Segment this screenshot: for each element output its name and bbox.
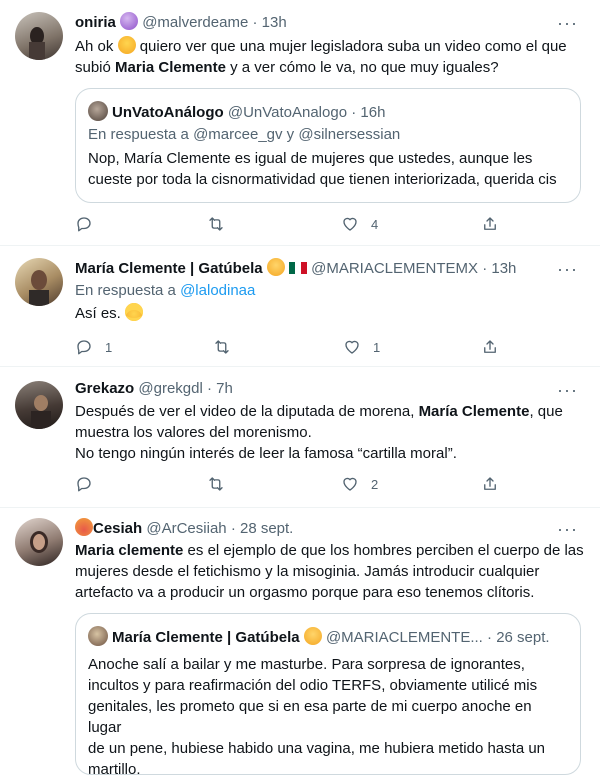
share-button[interactable] <box>481 475 499 495</box>
more-options-icon[interactable]: ··· <box>557 381 578 399</box>
reply-to-link[interactable]: @lalodinaa <box>180 282 255 299</box>
quote-text: Nop, María Clemente es igual de mujeres … <box>88 150 557 188</box>
reply-icon <box>77 217 91 232</box>
avatar[interactable] <box>15 381 63 429</box>
quote-header: UnVatoAnálogo @UnVatoAnalogo · 16h <box>88 101 385 123</box>
crystal-ball-icon <box>120 12 139 30</box>
quote-display-name[interactable]: UnVatoAnálogo <box>112 104 224 121</box>
tweet-header: oniria @malverdeame · 13h <box>75 12 287 33</box>
display-name[interactable]: Cesiah <box>93 520 142 537</box>
tweet[interactable]: Cesiah @ArCesiiah · 28 sept. ··· Maria c… <box>0 508 600 775</box>
share-button[interactable] <box>481 338 499 358</box>
quote-handle[interactable]: @MARIACLEMENTE... <box>326 629 483 646</box>
avatar-photo <box>29 270 49 306</box>
avatar-photo <box>30 531 48 553</box>
quote-avatar[interactable] <box>88 626 108 646</box>
heart-icon <box>343 217 357 231</box>
tweet-actions: 1 1 <box>75 338 515 358</box>
timestamp[interactable]: · 7h <box>207 380 233 397</box>
mexico-flag-icon <box>288 262 307 274</box>
more-options-icon[interactable]: ··· <box>557 14 578 32</box>
avatar-photo <box>31 395 51 429</box>
avatar[interactable] <box>15 12 63 60</box>
like-count: 2 <box>371 477 379 492</box>
tweet[interactable]: oniria @malverdeame · 13h ··· Ah ok quie… <box>0 0 600 245</box>
user-handle[interactable]: @malverdeame <box>142 14 248 31</box>
quote-header: María Clemente | Gatúbela @MARIACLEMENTE… <box>88 626 550 648</box>
more-options-icon[interactable]: ··· <box>557 260 578 278</box>
reply-count: 1 <box>105 340 113 355</box>
quote-text: Anoche salí a bailar y me masturbe. Para… <box>88 656 546 775</box>
reply-context: En respuesta a @lalodinaa <box>75 282 256 299</box>
retweet-icon <box>209 477 223 491</box>
tweet-text: Maria clemente es el ejemplo de que los … <box>75 542 584 601</box>
reply-to-link[interactable]: @marcee_gv y @silnersessian <box>193 126 400 143</box>
share-icon <box>484 477 496 490</box>
tweet[interactable]: Grekazo @grekgdl · 7h ··· Después de ver… <box>0 367 600 507</box>
tweet-actions: 2 <box>75 475 515 495</box>
reply-button[interactable] <box>75 475 93 495</box>
like-button[interactable]: 4 <box>341 215 378 235</box>
display-name[interactable]: María Clemente | Gatúbela <box>75 260 263 277</box>
tweet-actions: 4 <box>75 215 515 235</box>
sunglasses-emoji <box>125 303 144 321</box>
quoted-tweet[interactable]: UnVatoAnálogo @UnVatoAnalogo · 16h En re… <box>75 88 581 203</box>
heart-icon <box>345 340 359 354</box>
avatar[interactable] <box>15 258 63 306</box>
share-icon <box>484 340 496 353</box>
kissing-cat-icon <box>266 258 285 276</box>
user-handle[interactable]: @MARIACLEMENTEMX <box>311 260 478 277</box>
reply-button[interactable] <box>75 215 93 235</box>
retweet-button[interactable] <box>207 475 225 495</box>
user-handle[interactable]: @ArCesiiah <box>146 520 226 537</box>
display-name[interactable]: oniria <box>75 14 116 31</box>
more-options-icon[interactable]: ··· <box>557 520 578 538</box>
tweet-header: Cesiah @ArCesiiah · 28 sept. <box>75 518 293 539</box>
tweet-text: Ah ok quiero ver que una mujer legislado… <box>75 36 567 76</box>
reply-button[interactable]: 1 <box>75 338 112 358</box>
retweet-button[interactable] <box>213 338 231 358</box>
timestamp[interactable]: · 13h <box>482 260 516 277</box>
fire-heart-icon <box>75 518 93 536</box>
quote-timestamp[interactable]: · 26 sept. <box>487 629 550 646</box>
user-handle[interactable]: @grekgdl <box>138 380 202 397</box>
quote-handle[interactable]: @UnVatoAnalogo <box>228 104 347 121</box>
tweet-header: María Clemente | Gatúbela @MARIACLEMENTE… <box>75 258 516 279</box>
tweet-text: Después de ver el video de la diputada d… <box>75 403 563 462</box>
retweet-button[interactable] <box>207 215 225 235</box>
timestamp[interactable]: · 28 sept. <box>231 520 294 537</box>
kissing-cat-icon <box>303 627 322 645</box>
share-button[interactable] <box>481 215 499 235</box>
display-name[interactable]: Grekazo <box>75 380 134 397</box>
timestamp[interactable]: · 13h <box>252 14 286 31</box>
avatar-photo <box>29 27 45 60</box>
tweet[interactable]: María Clemente | Gatúbela @MARIACLEMENTE… <box>0 246 600 366</box>
reply-icon <box>77 477 91 492</box>
like-button[interactable]: 1 <box>343 338 380 358</box>
quote-timestamp[interactable]: · 16h <box>351 104 385 121</box>
quoted-tweet[interactable]: María Clemente | Gatúbela @MARIACLEMENTE… <box>75 613 581 775</box>
retweet-icon <box>209 217 223 231</box>
like-count: 1 <box>373 340 381 355</box>
share-icon <box>484 217 496 230</box>
tweet-header: Grekazo @grekgdl · 7h <box>75 379 233 399</box>
quote-reply-context: En respuesta a @marcee_gv y @silnersessi… <box>88 126 401 143</box>
quote-avatar[interactable] <box>88 101 108 121</box>
quote-display-name[interactable]: María Clemente | Gatúbela <box>112 629 300 646</box>
retweet-icon <box>215 340 229 354</box>
heart-icon <box>343 477 357 491</box>
avatar[interactable] <box>15 518 63 566</box>
like-count: 4 <box>371 217 379 232</box>
like-button[interactable]: 2 <box>341 475 378 495</box>
tweet-text: Así es. <box>75 303 585 324</box>
laughing-emoji <box>117 36 136 54</box>
reply-icon <box>77 340 91 355</box>
